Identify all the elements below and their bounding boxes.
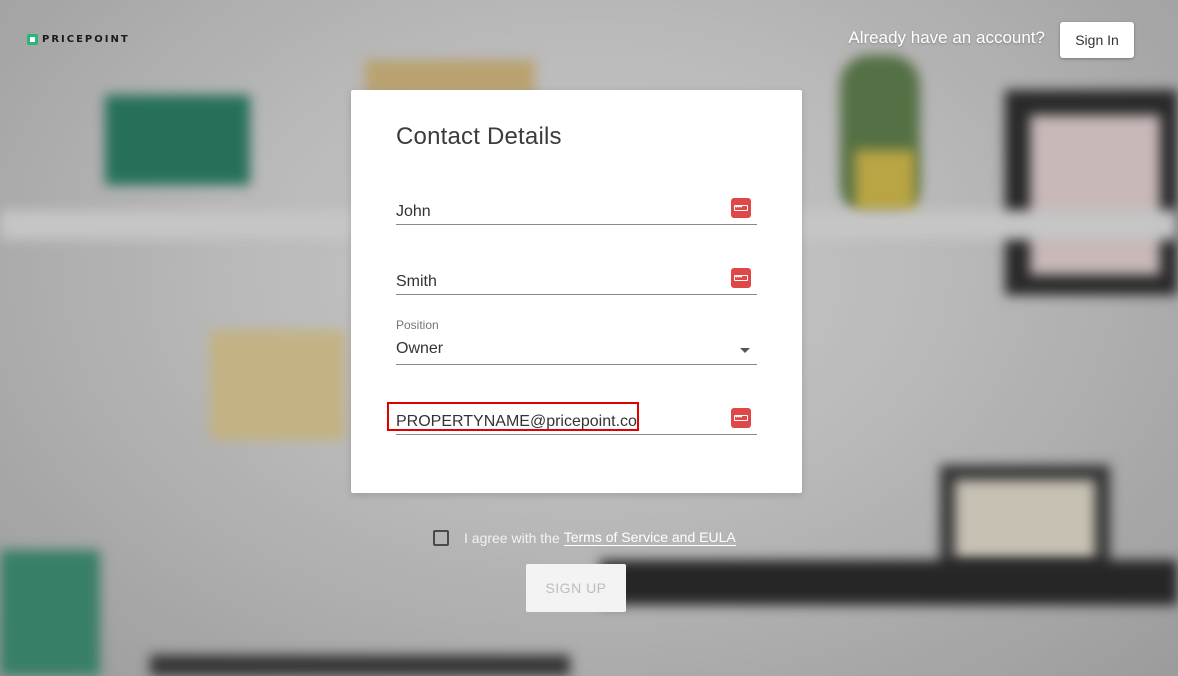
position-select[interactable]: Owner: [396, 334, 757, 365]
email-field[interactable]: [396, 404, 757, 435]
position-label: Position: [396, 318, 439, 332]
first-name-field[interactable]: [396, 194, 757, 225]
have-account-text: Already have an account?: [848, 28, 1045, 47]
terms-link[interactable]: Terms of Service and EULA: [563, 529, 736, 546]
first-name-input[interactable]: [396, 203, 716, 221]
password-manager-icon[interactable]: [731, 198, 751, 218]
terms-agreement: I agree with the Terms of Service and EU…: [433, 529, 736, 546]
checkbox-icon[interactable]: [433, 529, 449, 546]
password-manager-icon[interactable]: [731, 268, 751, 288]
page-title: Contact Details: [396, 123, 562, 150]
last-name-input[interactable]: [396, 273, 716, 291]
sign-in-button[interactable]: Sign In: [1060, 22, 1134, 58]
agree-text: I agree with the: [464, 529, 560, 546]
position-value: Owner: [396, 340, 444, 357]
sign-up-button[interactable]: SIGN UP: [526, 564, 626, 612]
pricepoint-logo-icon: [27, 34, 38, 45]
email-input[interactable]: [396, 413, 716, 431]
brand-name: PRICEPOINT: [42, 34, 130, 45]
dropdown-caret-icon[interactable]: [740, 348, 750, 353]
contact-details-card: Contact Details Position Owner: [351, 90, 802, 493]
last-name-field[interactable]: [396, 264, 757, 295]
brand-logo[interactable]: PRICEPOINT: [27, 34, 130, 45]
password-manager-icon[interactable]: [731, 408, 751, 428]
